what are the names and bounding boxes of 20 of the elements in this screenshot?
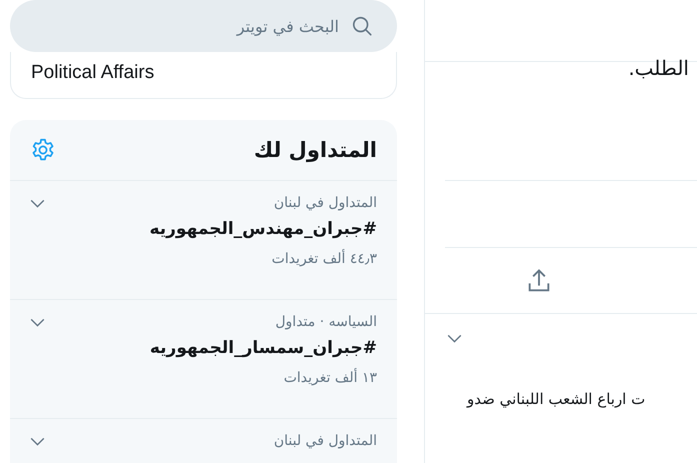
chevron-down-icon[interactable] — [447, 334, 462, 343]
tweet-text: الطلب. — [627, 58, 690, 78]
tweet-text: ت ارباع الشعب اللبناني ضدو — [467, 390, 646, 408]
trend-item[interactable]: السياسه · متداول #جبران_سمسار_الجمهوريه ١٣ ألف تغريدات — [10, 300, 397, 419]
tweet-count: ٤٤٫٣ ألف تغريدات — [270, 251, 377, 267]
settings-icon[interactable] — [30, 137, 56, 163]
trend-context: السياسه · متداول — [275, 314, 377, 330]
trend-item[interactable]: المتداول في لبنان — [10, 419, 397, 463]
chevron-down-icon[interactable] — [30, 198, 45, 208]
topic-item[interactable]: Political Affairs — [31, 62, 154, 83]
trend-context: المتداول في لبنان — [274, 195, 377, 211]
chevron-down-icon[interactable] — [30, 436, 45, 446]
trend-context: المتداول في لبنان — [274, 433, 377, 449]
chevron-down-icon[interactable] — [30, 318, 45, 326]
trend-hashtag[interactable]: #جبران_سمسار_الجمهوريه — [30, 338, 377, 358]
trend-hashtag[interactable]: #جبران_مهندس_الجمهوريه — [30, 219, 377, 239]
trends-title: المتداول لك — [254, 138, 377, 162]
trend-item[interactable]: المتداول في لبنان #جبران_مهندس_الجمهوريه ٤٤٫٣ ألف تغريدات — [10, 181, 397, 300]
search-field[interactable]: البحث في تويتر — [10, 0, 397, 52]
tweet-count: ١٣ ألف تغريدات — [282, 370, 377, 386]
